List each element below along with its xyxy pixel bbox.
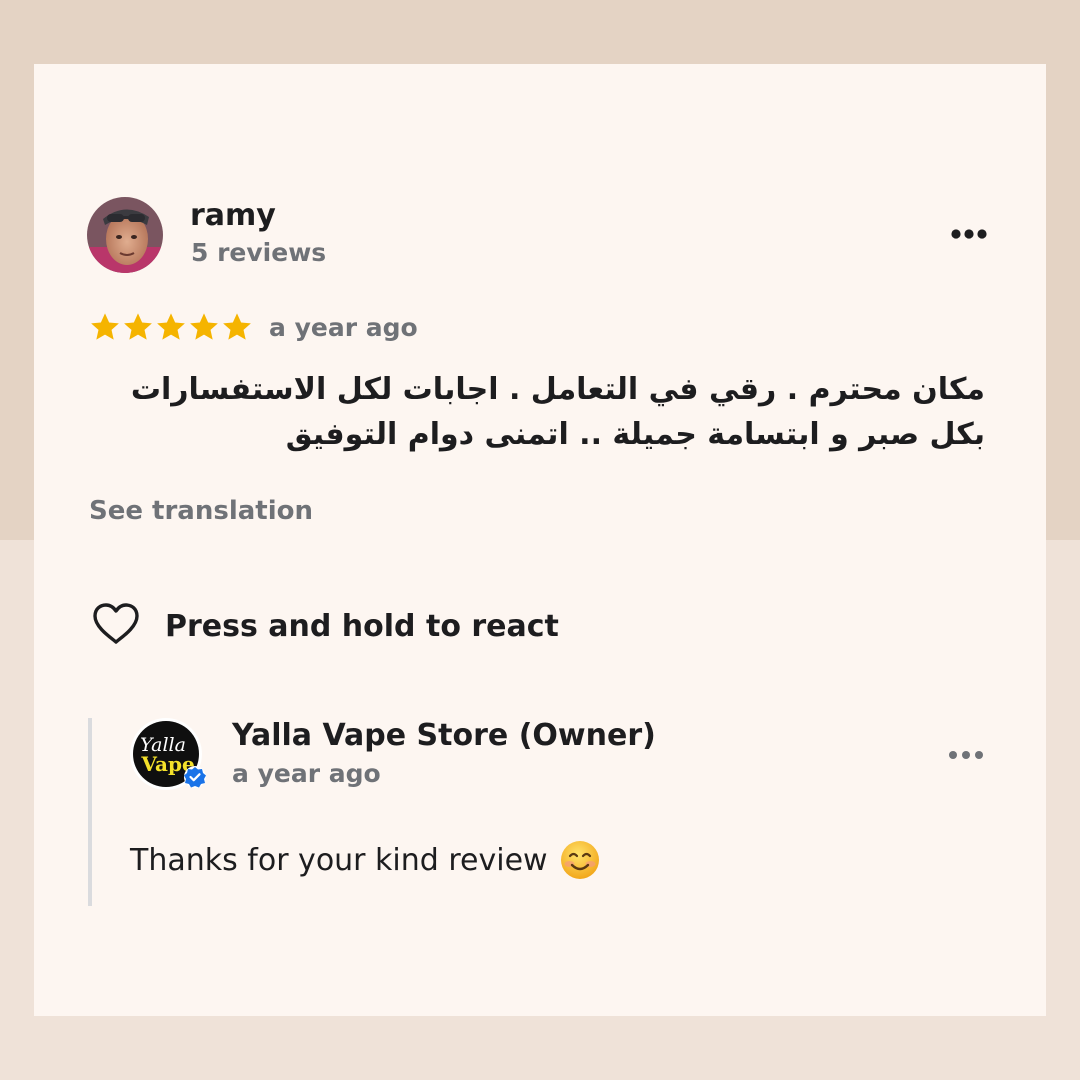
reply-text: Thanks for your kind review: [130, 842, 548, 878]
reply-text-row: Thanks for your kind review: [130, 840, 600, 880]
owner-avatar[interactable]: Yalla Vape: [129, 717, 207, 795]
star-icon: [223, 313, 251, 340]
reviewer-name[interactable]: ramy: [190, 198, 276, 233]
star-icon: [157, 313, 185, 340]
smiling-face-icon: [560, 840, 600, 880]
star-rating: [89, 311, 253, 343]
reply-more-icon[interactable]: [944, 745, 988, 765]
owner-name[interactable]: Yalla Vape Store (Owner): [232, 718, 656, 753]
review-time: a year ago: [269, 313, 418, 342]
star-icon: [124, 313, 152, 340]
see-translation-link[interactable]: See translation: [89, 496, 313, 526]
verified-badge-icon: [184, 766, 206, 788]
reviewer-review-count[interactable]: 5 reviews: [191, 238, 326, 267]
reply-divider: [88, 718, 92, 906]
star-icon: [190, 313, 218, 340]
review-more-icon[interactable]: [947, 224, 991, 244]
review-text: مكان محترم . رقي في التعامل . اجابات لكل…: [130, 372, 985, 452]
star-icon: [91, 313, 119, 340]
heart-outline-icon: [91, 601, 141, 651]
react-label: Press and hold to react: [165, 608, 559, 644]
react-button[interactable]: Press and hold to react: [91, 602, 559, 650]
reply-time: a year ago: [232, 759, 381, 788]
review-card: ramy 5 reviews a year ago مكان محترم . ر…: [34, 64, 1046, 1016]
reviewer-avatar[interactable]: [87, 197, 163, 273]
